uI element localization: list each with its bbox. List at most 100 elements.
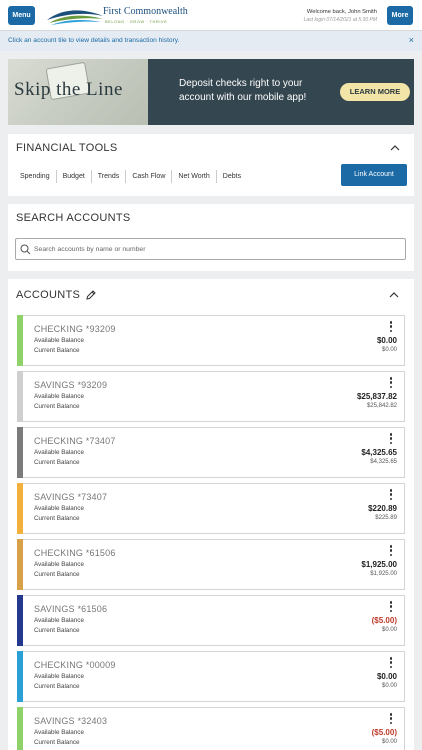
account-color-bar [17, 539, 23, 590]
current-balance: $0.00 [381, 683, 397, 689]
banner-headline: Skip the Line [14, 79, 123, 100]
current-balance: $0.00 [381, 627, 397, 633]
available-balance-label: Available Balance [34, 673, 84, 680]
bank-tagline: BELONG · GROW · THRIVE [105, 19, 168, 24]
current-balance-label: Current Balance [34, 347, 80, 354]
account-name: SAVINGS *32403 [34, 716, 108, 726]
available-balance: $220.89 [368, 504, 397, 513]
welcome-text: Welcome back, John Smith [306, 9, 377, 15]
account-name: CHECKING *73407 [34, 436, 116, 446]
available-balance: $1,925.00 [361, 560, 397, 569]
financial-tools-tabs: Spending Budget Trends Cash Flow Net Wor… [14, 170, 247, 183]
app-header: Menu First Commonwealth BELONG · GROW · … [0, 0, 422, 31]
account-name: SAVINGS *73407 [34, 492, 108, 502]
account-color-bar [17, 707, 23, 750]
link-account-button[interactable]: Link Account [341, 164, 407, 186]
search-box[interactable] [15, 238, 406, 260]
current-balance: $4,325.65 [370, 459, 397, 465]
more-options-icon[interactable] [389, 713, 393, 726]
account-name: SAVINGS *61506 [34, 604, 108, 614]
account-color-bar [17, 483, 23, 534]
account-name: CHECKING *93209 [34, 324, 116, 334]
available-balance-label: Available Balance [34, 393, 84, 400]
account-color-bar [17, 371, 23, 422]
more-options-icon[interactable] [389, 321, 393, 334]
more-options-icon[interactable] [389, 489, 393, 502]
available-balance-label: Available Balance [34, 337, 84, 344]
account-tile[interactable]: SAVINGS *73407 Available Balance Current B… [17, 483, 405, 534]
current-balance-label: Current Balance [34, 571, 80, 578]
more-options-icon[interactable] [389, 545, 393, 558]
available-balance-label: Available Balance [34, 505, 84, 512]
pencil-icon[interactable] [85, 289, 97, 301]
chevron-up-icon[interactable] [389, 290, 399, 300]
search-icon [20, 244, 31, 255]
account-color-bar [17, 651, 23, 702]
tab-net-worth[interactable]: Net Worth [172, 170, 217, 183]
account-tile[interactable]: CHECKING *73407 Available Balance Current … [17, 427, 405, 478]
more-button[interactable]: More [387, 6, 413, 25]
account-color-bar [17, 595, 23, 646]
financial-tools-card: FINANCIAL TOOLS Spending Budget Trends C… [8, 134, 414, 196]
account-tile[interactable]: CHECKING *00009 Available Balance Current … [17, 651, 405, 702]
current-balance: $0.00 [381, 347, 397, 353]
current-balance-label: Current Balance [34, 627, 80, 634]
account-color-bar [17, 315, 23, 366]
bank-name: First Commonwealth [103, 6, 188, 17]
more-options-icon[interactable] [389, 377, 393, 390]
banner-text: Deposit checks right to your account wit… [179, 78, 307, 103]
available-balance-label: Available Balance [34, 449, 84, 456]
available-balance: $0.00 [376, 336, 397, 345]
more-options-icon[interactable] [389, 433, 393, 446]
current-balance-label: Current Balance [34, 403, 80, 410]
close-icon[interactable]: × [409, 35, 414, 45]
account-tile[interactable]: CHECKING *61506 Available Balance Current … [17, 539, 405, 590]
account-tile[interactable]: CHECKING *93209 Available Balance Current … [17, 315, 405, 366]
account-name: CHECKING *61506 [34, 548, 116, 558]
more-options-icon[interactable] [389, 601, 393, 614]
last-login-text: Last login 07/14/2021 at 5:30 PM [303, 17, 377, 23]
banner-photo: Skip the Line [8, 59, 148, 125]
logo-swoosh-icon [47, 10, 103, 25]
account-tile[interactable]: SAVINGS *61506 Available Balance Current B… [17, 595, 405, 646]
tab-spending[interactable]: Spending [14, 170, 57, 183]
tab-trends[interactable]: Trends [92, 170, 127, 183]
tab-debts[interactable]: Debts [217, 170, 247, 183]
available-balance-label: Available Balance [34, 561, 84, 568]
accounts-title: ACCOUNTS [16, 289, 81, 301]
current-balance-label: Current Balance [34, 739, 80, 746]
account-color-bar [17, 427, 23, 478]
account-name: CHECKING *00009 [34, 660, 116, 670]
menu-button[interactable]: Menu [8, 6, 35, 25]
tab-cash-flow[interactable]: Cash Flow [126, 170, 173, 183]
current-balance: $1,925.00 [370, 571, 397, 577]
tab-budget[interactable]: Budget [57, 170, 92, 183]
info-bar-text: Click an account tile to view details an… [8, 37, 180, 44]
learn-more-button[interactable]: LEARN MORE [340, 83, 410, 101]
available-balance: ($5.00) [371, 616, 397, 625]
account-tile[interactable]: SAVINGS *32403 Available Balance Current B… [17, 707, 405, 750]
current-balance: $0.00 [381, 739, 397, 745]
available-balance: $25,837.82 [356, 392, 397, 401]
current-balance-label: Current Balance [34, 459, 80, 466]
current-balance-label: Current Balance [34, 515, 80, 522]
chevron-up-icon[interactable] [390, 143, 400, 153]
available-balance: $0.00 [376, 672, 397, 681]
bank-logo[interactable]: First Commonwealth BELONG · GROW · THRIV… [45, 5, 205, 27]
search-input[interactable] [34, 242, 394, 256]
current-balance: $25,842.82 [366, 403, 397, 409]
search-accounts-card: SEARCH ACCOUNTS [8, 204, 414, 271]
available-balance-label: Available Balance [34, 729, 84, 736]
account-tile[interactable]: SAVINGS *93209 Available Balance Current B… [17, 371, 405, 422]
promo-banner[interactable]: Skip the Line Deposit checks right to yo… [8, 59, 414, 125]
financial-tools-title: FINANCIAL TOOLS [16, 142, 118, 154]
info-bar: Click an account tile to view details an… [0, 31, 422, 51]
more-options-icon[interactable] [389, 657, 393, 670]
search-accounts-title: SEARCH ACCOUNTS [16, 212, 131, 224]
available-balance-label: Available Balance [34, 617, 84, 624]
available-balance: ($5.00) [371, 728, 397, 737]
account-name: SAVINGS *93209 [34, 380, 108, 390]
current-balance: $225.89 [375, 515, 397, 521]
available-balance: $4,325.65 [361, 448, 397, 457]
current-balance-label: Current Balance [34, 683, 80, 690]
